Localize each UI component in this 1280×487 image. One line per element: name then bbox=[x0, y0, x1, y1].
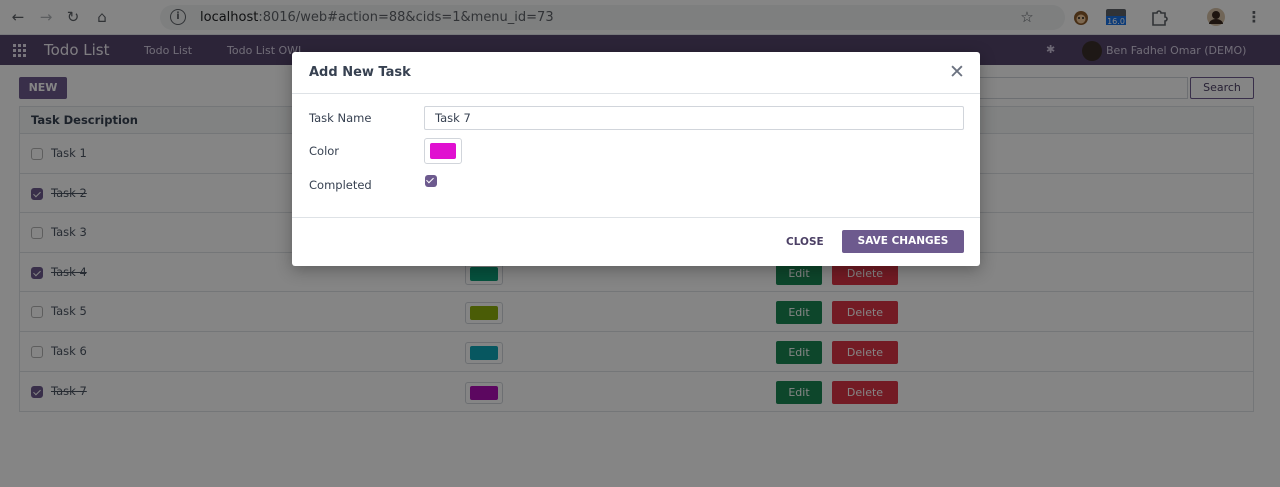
save-changes-button[interactable]: SAVE CHANGES bbox=[842, 230, 964, 253]
dialog-title: Add New Task bbox=[309, 65, 411, 80]
completed-label: Completed bbox=[309, 178, 372, 192]
color-picker[interactable] bbox=[424, 138, 462, 164]
close-icon[interactable]: ✕ bbox=[946, 62, 968, 84]
add-task-dialog: Add New Task ✕ Task Name Color Completed… bbox=[292, 52, 980, 266]
color-picker-swatch bbox=[430, 143, 456, 159]
task-name-label: Task Name bbox=[309, 111, 372, 125]
completed-checkbox[interactable] bbox=[425, 175, 437, 187]
close-button[interactable]: CLOSE bbox=[786, 236, 824, 248]
dialog-header: Add New Task ✕ bbox=[292, 52, 980, 94]
color-label: Color bbox=[309, 144, 340, 158]
dialog-footer: CLOSE SAVE CHANGES bbox=[292, 217, 980, 266]
task-name-input[interactable] bbox=[424, 106, 964, 130]
